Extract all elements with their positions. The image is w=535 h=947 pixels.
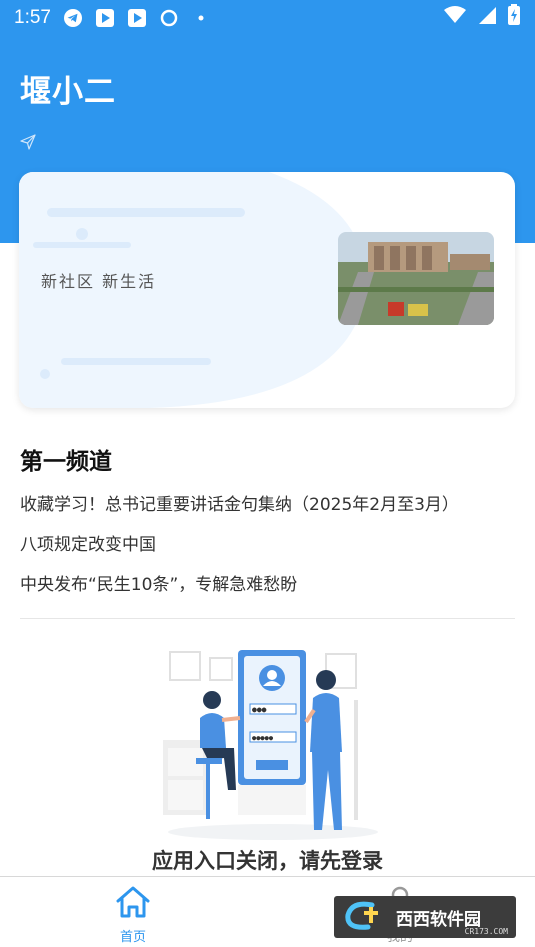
channel-title: 第一频道	[20, 449, 112, 475]
app-title: 堰小二	[20, 74, 116, 110]
watermark-text: 西西软件园	[396, 909, 481, 930]
watermark: 西西软件园 CR173.COM	[334, 896, 516, 938]
notification-dot-icon	[191, 8, 211, 28]
news-item[interactable]: 八项规定改变中国	[20, 530, 520, 570]
svg-text:●●●: ●●●	[252, 705, 267, 714]
wifi-icon	[443, 5, 467, 31]
telegram-icon	[63, 8, 83, 28]
video-app-icon	[95, 8, 115, 28]
sync-icon	[159, 8, 179, 28]
video-app-icon-2	[127, 8, 147, 28]
battery-icon	[507, 4, 521, 32]
tab-home-label: 首页	[119, 930, 146, 945]
divider	[20, 618, 515, 619]
news-list: 收藏学习！总书记重要讲话金句集纳（2025年2月至3月） 八项规定改变中国 中央…	[20, 490, 520, 610]
watermark-subtext: CR173.COM	[464, 927, 508, 936]
news-item[interactable]: 中央发布“民生10条”，专解急难愁盼	[20, 570, 520, 610]
svg-text:●●●●●: ●●●●●	[252, 734, 274, 742]
login-illustration: ●●● ●●●●●	[163, 650, 378, 840]
send-icon[interactable]	[20, 134, 36, 150]
status-bar: 1:57	[0, 0, 535, 36]
watermark-logo-icon	[342, 899, 390, 935]
status-time: 1:57	[14, 7, 51, 28]
banner-card[interactable]: 新社区 新生活	[19, 172, 515, 408]
community-photo	[338, 232, 494, 325]
banner-slogan: 新社区 新生活	[41, 272, 157, 291]
signal-icon	[477, 5, 497, 31]
login-required-message: 应用入口关闭，请先登录	[152, 849, 383, 873]
tab-home[interactable]: 首页	[98, 883, 168, 945]
home-icon	[114, 886, 152, 925]
news-item[interactable]: 收藏学习！总书记重要讲话金句集纳（2025年2月至3月）	[20, 490, 520, 530]
